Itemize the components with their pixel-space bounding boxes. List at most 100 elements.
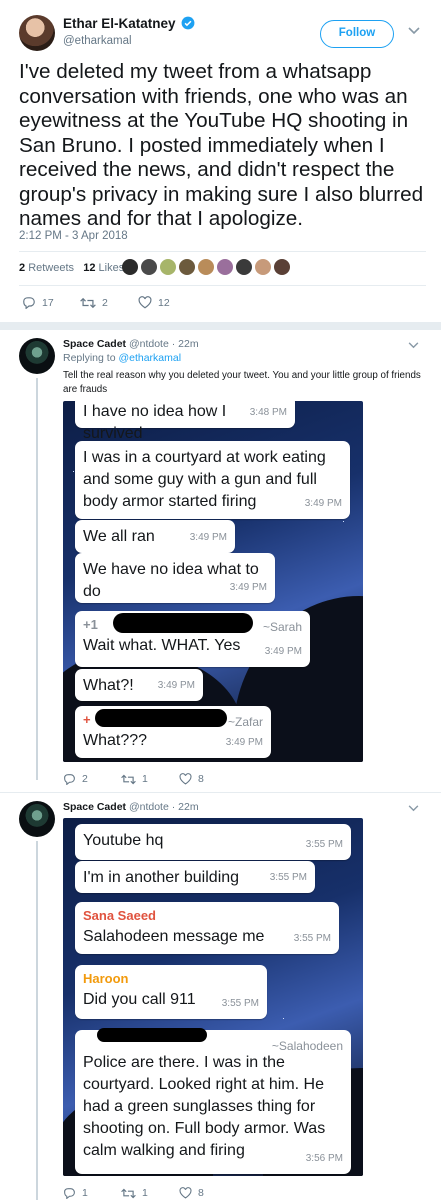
retweet-button[interactable]: 1 <box>121 773 179 785</box>
like-button[interactable]: 8 <box>179 773 237 785</box>
message-text: Salahodeen message me <box>83 928 265 945</box>
liker-avatar[interactable] <box>141 259 157 275</box>
liker-avatar[interactable] <box>160 259 176 275</box>
star <box>283 1018 284 1019</box>
chat-message: + ~Zafar What??? 3:49 PM <box>75 706 271 758</box>
liker-avatar[interactable] <box>236 259 252 275</box>
message-text: I was in a courtyard at work eating and … <box>83 449 326 510</box>
chat-message: We have no idea what to do 3:49 PM <box>75 553 275 603</box>
like-count: 8 <box>198 773 204 785</box>
replying-prefix: Replying to <box>63 352 116 364</box>
reply-author-avatar[interactable] <box>19 338 55 374</box>
retweet-button[interactable]: 2 <box>80 297 138 309</box>
reply-actions: 1 1 8 <box>63 1187 237 1199</box>
liker-avatars <box>122 259 290 275</box>
chevron-down-icon[interactable] <box>408 805 419 812</box>
message-text: I have no idea how I survived <box>83 403 227 442</box>
thread-line <box>36 841 38 1200</box>
reply-icon <box>64 1188 75 1199</box>
retweet-button[interactable]: 1 <box>121 1187 179 1199</box>
message-text: Wait what. WHAT. Yes <box>83 637 241 654</box>
heart-icon <box>179 1187 192 1199</box>
chat-message: Sana Saeed Salahodeen message me 3:55 PM <box>75 902 339 954</box>
reply-handle-time[interactable]: @ntdote · 22m <box>129 338 199 350</box>
liker-avatar[interactable] <box>122 259 138 275</box>
chevron-down-icon[interactable] <box>408 342 419 349</box>
reply-handle-time[interactable]: @ntdote · 22m <box>129 801 199 813</box>
tweet-stats: 2 Retweets 12 Likes <box>19 262 124 274</box>
message-time: 3:49 PM <box>189 532 227 543</box>
heart-icon <box>179 773 192 785</box>
reply-count: 2 <box>82 773 88 785</box>
reply-author-name[interactable]: Space Cadet <box>63 801 126 813</box>
redaction-bar <box>97 1028 207 1042</box>
message-text: What??? <box>83 732 148 749</box>
like-button[interactable]: 12 <box>138 296 196 309</box>
liker-avatar[interactable] <box>255 259 271 275</box>
retweet-icon <box>80 297 96 308</box>
retweets-stat[interactable]: 2 Retweets <box>19 262 74 274</box>
message-text: What?! <box>83 677 134 694</box>
retweet-icon <box>121 1188 136 1198</box>
message-time: 3:49 PM <box>229 582 267 593</box>
chevron-down-icon[interactable] <box>408 27 420 35</box>
liker-avatar[interactable] <box>198 259 214 275</box>
like-count: 8 <box>198 1187 204 1199</box>
chat-screenshot-image[interactable]: Youtube hq 3:55 PM I'm in another buildi… <box>63 818 363 1176</box>
reply-button[interactable]: 1 <box>63 1187 121 1199</box>
thread-line <box>36 378 38 780</box>
author-avatar[interactable] <box>19 15 55 51</box>
replying-to-link[interactable]: @etharkamal <box>118 352 181 364</box>
reply-actions: 2 1 8 <box>63 773 237 785</box>
redaction-bar <box>113 613 253 633</box>
message-time: 3:49 PM <box>225 737 263 748</box>
reply-button[interactable]: 2 <box>63 773 121 785</box>
message-text: I'm in another building <box>83 869 240 886</box>
reply-button[interactable]: 17 <box>22 296 80 309</box>
liker-avatar[interactable] <box>217 259 233 275</box>
reply-text: Tell the real reason why you deleted you… <box>63 370 421 395</box>
message-nick: ~Zafar <box>227 715 263 729</box>
like-button[interactable]: 8 <box>179 1187 237 1199</box>
liker-avatar[interactable] <box>179 259 195 275</box>
chat-message: I have no idea how I survived 3:48 PM <box>75 401 295 442</box>
message-text: We all ran <box>83 528 155 545</box>
tweet-actions: 17 2 12 <box>22 296 196 309</box>
chat-message: What?! 3:49 PM <box>75 669 203 701</box>
message-time: 3:55 PM <box>305 839 343 850</box>
divider <box>19 251 426 252</box>
chat-message: ~Salahodeen Police are there. I was in t… <box>75 1028 351 1174</box>
message-nick: ~Salahodeen <box>271 1039 343 1053</box>
reply-author-name[interactable]: Space Cadet <box>63 338 126 350</box>
tweet-timestamp[interactable]: 2:12 PM - 3 Apr 2018 <box>19 230 128 242</box>
message-time: 3:56 PM <box>305 1153 343 1164</box>
follow-button[interactable]: Follow <box>320 20 394 48</box>
chat-message: Haroon Did you call 911 3:55 PM <box>75 965 267 1019</box>
message-time: 3:49 PM <box>264 646 302 657</box>
message-sender: Sana Saeed <box>83 908 156 923</box>
message-time: 3:48 PM <box>249 407 287 418</box>
retweet-count: 1 <box>142 773 148 785</box>
message-time: 3:49 PM <box>157 680 195 691</box>
message-time: 3:55 PM <box>221 998 259 1009</box>
author-handle[interactable]: @etharkamal <box>63 35 132 47</box>
reply-icon <box>64 774 75 785</box>
author-name[interactable]: Ethar El-Katatney <box>63 16 195 31</box>
liker-avatar[interactable] <box>274 259 290 275</box>
message-nick: ~Sarah <box>262 620 302 634</box>
section-separator <box>0 322 441 330</box>
message-time: 3:55 PM <box>293 933 331 944</box>
retweet-count: 1 <box>142 1187 148 1199</box>
reply-author[interactable]: Space Cadet @ntdote · 22m <box>63 801 199 813</box>
reply-author[interactable]: Space Cadet @ntdote · 22m <box>63 338 199 350</box>
redaction-bar <box>95 709 227 727</box>
chat-message: We all ran 3:49 PM <box>75 520 235 553</box>
likes-stat[interactable]: 12 Likes <box>83 262 124 274</box>
reply-author-avatar[interactable] <box>19 801 55 837</box>
chat-screenshot-image[interactable]: I have no idea how I survived 3:48 PM I … <box>63 401 363 762</box>
verified-badge-icon <box>181 16 195 30</box>
author-name-text[interactable]: Ethar El-Katatney <box>63 16 176 31</box>
divider <box>19 285 426 286</box>
reply-count: 17 <box>42 296 54 309</box>
divider <box>0 792 441 793</box>
